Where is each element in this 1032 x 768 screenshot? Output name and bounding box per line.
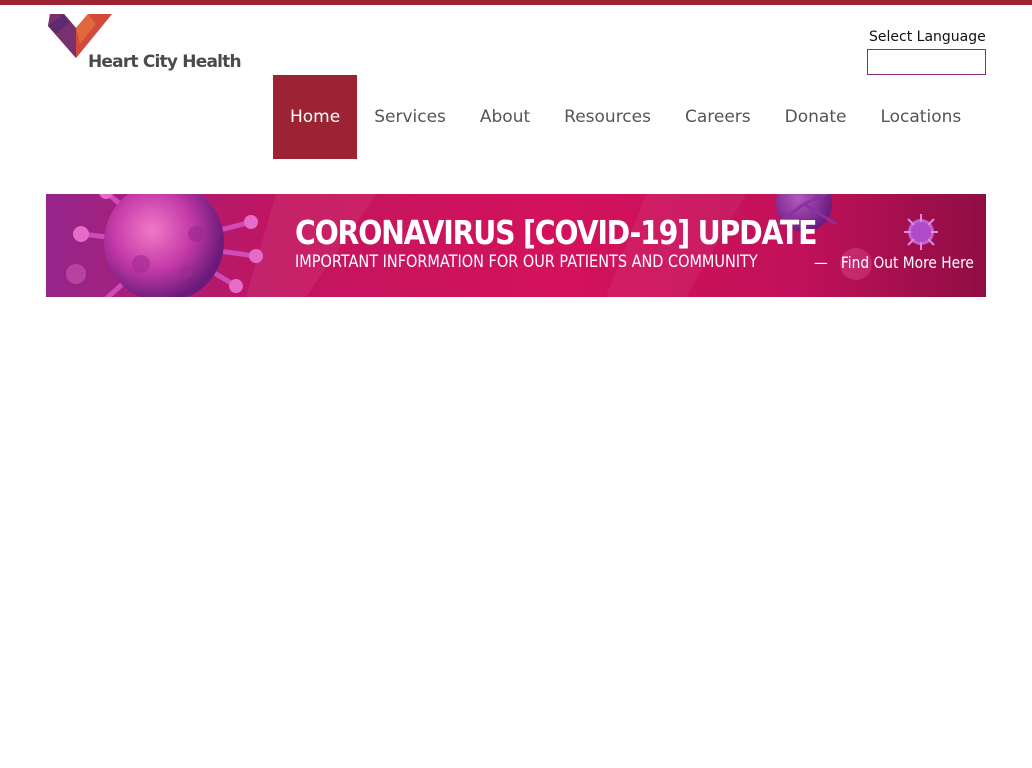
banner-title: CORONAVIRUS [COVID-19] UPDATE [295,213,818,252]
banner-subtitle: IMPORTANT INFORMATION FOR OUR PATIENTS A… [295,252,758,272]
site-logo[interactable]: Heart City Health [46,14,242,76]
nav-item-donate[interactable]: Donate [768,75,864,159]
nav-item-services[interactable]: Services [357,75,463,159]
nav-item-resources[interactable]: Resources [547,75,668,159]
logo-text: Heart City Health [88,52,242,72]
language-select[interactable] [867,49,986,75]
nav-item-about[interactable]: About [463,75,547,159]
nav-item-locations[interactable]: Locations [863,75,978,159]
main-navigation: Home Services About Resources Careers Do… [273,75,978,159]
banner-separator: — [814,253,828,272]
select-language-label: Select Language [869,29,986,45]
top-accent-bar [0,0,1032,5]
covid-update-banner[interactable]: CORONAVIRUS [COVID-19] UPDATE IMPORTANT … [46,194,986,297]
banner-find-out-more-link[interactable]: — Find Out More Here [814,253,974,272]
nav-item-home[interactable]: Home [273,75,358,159]
banner-link-text: Find Out More Here [840,253,974,272]
nav-item-careers[interactable]: Careers [668,75,768,159]
